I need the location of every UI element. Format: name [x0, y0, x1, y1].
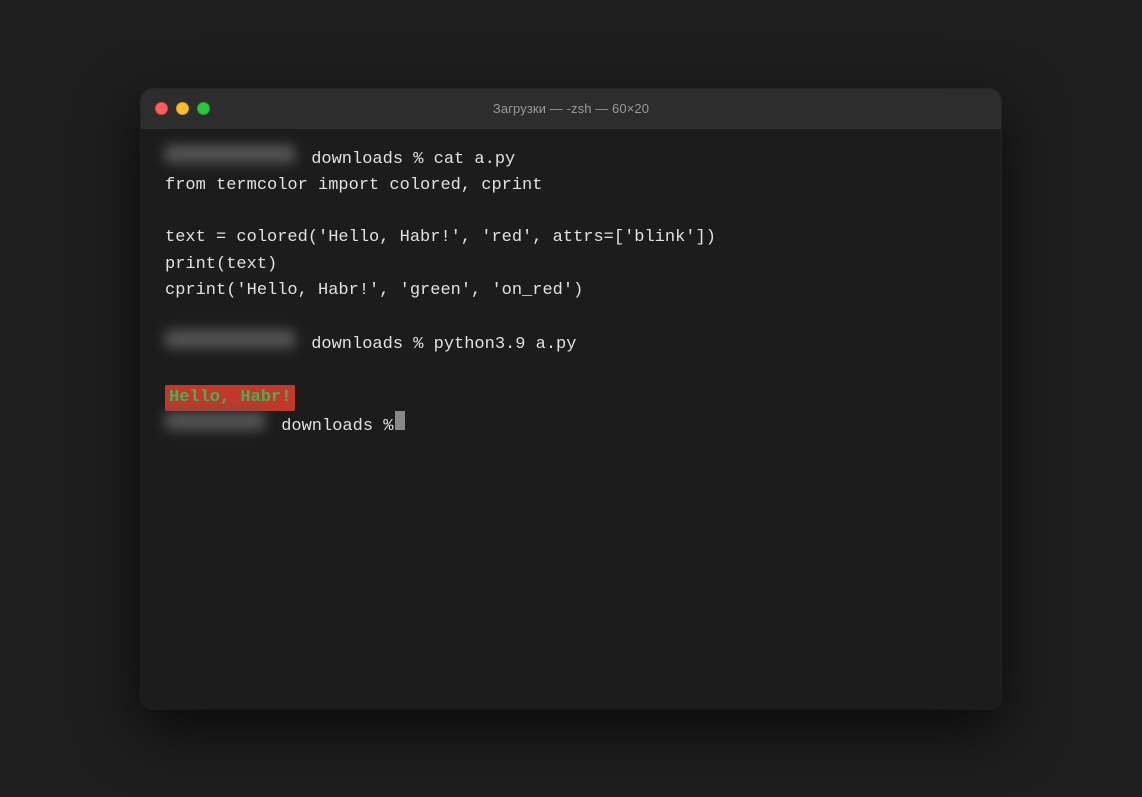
terminal-line-5: print(text)	[165, 252, 977, 278]
empty-line-1	[165, 199, 977, 225]
terminal-line-11: downloads %	[165, 411, 977, 440]
empty-line-2	[165, 304, 977, 330]
code-line-4: text = colored('Hello, Habr!', 'red', at…	[165, 225, 716, 251]
minimize-button[interactable]	[176, 102, 189, 115]
traffic-lights	[155, 102, 210, 115]
terminal-line-6: cprint('Hello, Habr!', 'green', 'on_red'…	[165, 278, 977, 304]
terminal-line-8: downloads % python3.9 a.py	[165, 330, 977, 358]
code-line-2: from termcolor import colored, cprint	[165, 173, 542, 199]
titlebar: Загрузки — -zsh — 60×20	[141, 89, 1001, 129]
prompt-3: downloads %	[271, 414, 393, 440]
hello-output: Hello, Habr!	[165, 385, 295, 411]
prompt-1: downloads % cat a.py	[301, 147, 515, 173]
window-title: Загрузки — -zsh — 60×20	[493, 101, 649, 116]
blurred-username-3	[165, 412, 265, 430]
blurred-username-2	[165, 330, 295, 348]
terminal-line-2: from termcolor import colored, cprint	[165, 173, 977, 199]
maximize-button[interactable]	[197, 102, 210, 115]
terminal-line-10: Hello, Habr!	[165, 385, 977, 411]
terminal-window: Загрузки — -zsh — 60×20 downloads % cat …	[141, 89, 1001, 709]
blurred-username-1	[165, 145, 295, 163]
empty-line-3	[165, 359, 977, 385]
code-line-6: cprint('Hello, Habr!', 'green', 'on_red'…	[165, 278, 583, 304]
terminal-body[interactable]: downloads % cat a.py from termcolor impo…	[141, 129, 1001, 709]
close-button[interactable]	[155, 102, 168, 115]
prompt-2: downloads % python3.9 a.py	[301, 332, 576, 358]
code-line-5: print(text)	[165, 252, 277, 278]
terminal-line-1: downloads % cat a.py	[165, 145, 977, 173]
terminal-line-4: text = colored('Hello, Habr!', 'red', at…	[165, 225, 977, 251]
cursor	[395, 411, 405, 430]
